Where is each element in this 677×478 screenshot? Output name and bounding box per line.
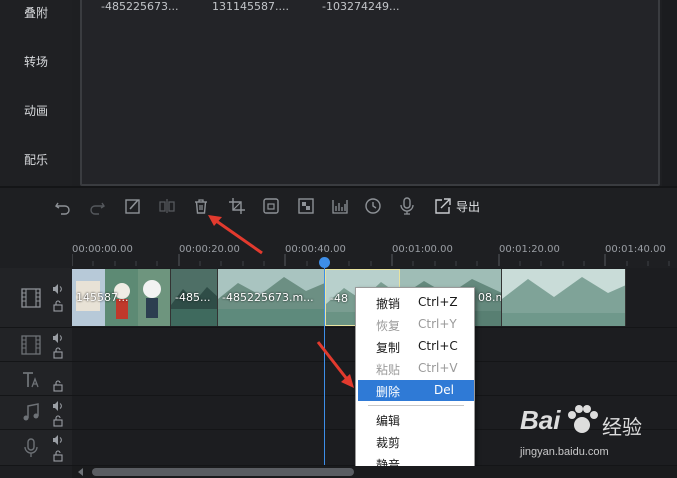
media-item-label[interactable]: 131145587.... (212, 0, 289, 13)
sidebar-item-animation[interactable]: 动画 (0, 102, 72, 119)
volume-icon[interactable] (52, 283, 64, 295)
sidebar-item-transition[interactable]: 转场 (0, 53, 72, 70)
watermark-brand: Bai (520, 405, 561, 435)
menu-item-label: 裁剪 (376, 436, 401, 450)
crop-icon[interactable] (227, 196, 247, 216)
menu-item-label: 删除 (376, 385, 401, 399)
scroll-left-icon[interactable] (76, 467, 86, 477)
menu-item-shortcut: Ctrl+Y (418, 317, 457, 331)
menu-separator (368, 405, 464, 406)
sidebar-item-music[interactable]: 配乐 (0, 151, 72, 168)
ruler-tick-label: 00:01:20.00 (499, 244, 560, 255)
menu-item-label: 恢复 (376, 319, 401, 333)
watermark-brand-cn: 经验 (602, 417, 642, 439)
film-icon (21, 288, 41, 308)
menu-item-edit[interactable]: 编辑 (358, 409, 474, 430)
export-icon[interactable] (433, 196, 453, 216)
undo-icon[interactable] (53, 196, 73, 216)
volume-icon[interactable] (52, 434, 64, 446)
panel-edge (662, 0, 677, 186)
ruler-tick-label: 00:01:00.00 (392, 244, 453, 255)
video-clip[interactable]: -485225673.m... (218, 269, 325, 326)
menu-item-redo[interactable]: 恢复 Ctrl+Y (358, 314, 474, 335)
redo-icon[interactable] (87, 196, 107, 216)
menu-item-crop[interactable]: 裁剪 (358, 431, 474, 452)
ruler-tick-label: 00:00:40.00 (285, 244, 346, 255)
zoom-icon[interactable] (261, 196, 281, 216)
media-panel (80, 0, 660, 186)
clip-label: 08.mp4 (478, 291, 501, 304)
lock-icon[interactable] (52, 347, 64, 359)
ruler-tick-label: 00:00:20.00 (179, 244, 240, 255)
delete-icon[interactable] (191, 196, 211, 216)
split-icon[interactable] (157, 196, 177, 216)
menu-item-delete[interactable]: 删除 Del (358, 380, 474, 401)
menu-item-shortcut: Ctrl+Z (418, 295, 458, 309)
menu-item-shortcut: Ctrl+V (418, 361, 458, 375)
text-icon (23, 372, 39, 388)
clip-label: -48 (330, 292, 348, 305)
lock-icon[interactable] (52, 415, 64, 427)
playhead[interactable] (324, 260, 325, 465)
playhead-handle[interactable] (319, 257, 330, 268)
menu-item-copy[interactable]: 复制 Ctrl+C (358, 336, 474, 357)
watermark-url: jingyan.baidu.com (520, 446, 609, 458)
ruler-tick-label: 00:01:40.00 (605, 244, 666, 255)
menu-item-label: 撤销 (376, 297, 401, 311)
film-icon (21, 335, 41, 355)
menu-item-paste[interactable]: 粘贴 Ctrl+V (358, 358, 474, 379)
ruler-tick-label: 00:00:00.00 (72, 244, 133, 255)
clip-label: -485... (175, 291, 211, 304)
scrollbar-thumb[interactable] (92, 468, 354, 476)
sidebar: 叠附 转场 动画 配乐 (0, 0, 72, 186)
lock-icon[interactable] (52, 300, 64, 312)
context-menu: 撤销 Ctrl+Z 恢复 Ctrl+Y 复制 Ctrl+C 粘贴 Ctrl+V … (355, 287, 475, 478)
audio-icon[interactable] (330, 196, 350, 216)
music-icon (23, 403, 39, 421)
video-clip[interactable]: -485... (171, 269, 218, 326)
media-item-label[interactable]: -485225673... (101, 0, 178, 13)
mic-icon (24, 438, 38, 457)
mosaic-icon[interactable] (296, 196, 316, 216)
sidebar-item-overlay[interactable]: 叠附 (0, 4, 72, 21)
menu-item-label: 粘贴 (376, 363, 401, 377)
paw-icon (568, 405, 598, 433)
lock-icon[interactable] (52, 380, 64, 392)
lock-icon[interactable] (52, 450, 64, 462)
clip-label: 145587... (76, 291, 129, 304)
watermark: Bai 经验 jingyan.baidu.com (510, 403, 670, 463)
export-button[interactable]: 导出 (456, 198, 480, 215)
video-clip[interactable] (502, 269, 626, 326)
volume-icon[interactable] (52, 332, 64, 344)
menu-item-undo[interactable]: 撤销 Ctrl+Z (358, 292, 474, 313)
volume-icon[interactable] (52, 400, 64, 412)
speed-icon[interactable] (363, 196, 383, 216)
edit-icon[interactable] (123, 196, 143, 216)
menu-item-shortcut: Ctrl+C (418, 339, 458, 353)
time-ruler[interactable] (72, 238, 677, 266)
menu-item-label: 编辑 (376, 414, 401, 428)
menu-item-shortcut: Del (434, 383, 454, 397)
video-clip[interactable]: 145587... (72, 269, 171, 326)
menu-item-label: 复制 (376, 341, 401, 355)
media-item-label[interactable]: -103274249... (322, 0, 399, 13)
clip-label: -485225673.m... (222, 291, 314, 304)
record-icon[interactable] (397, 196, 417, 216)
